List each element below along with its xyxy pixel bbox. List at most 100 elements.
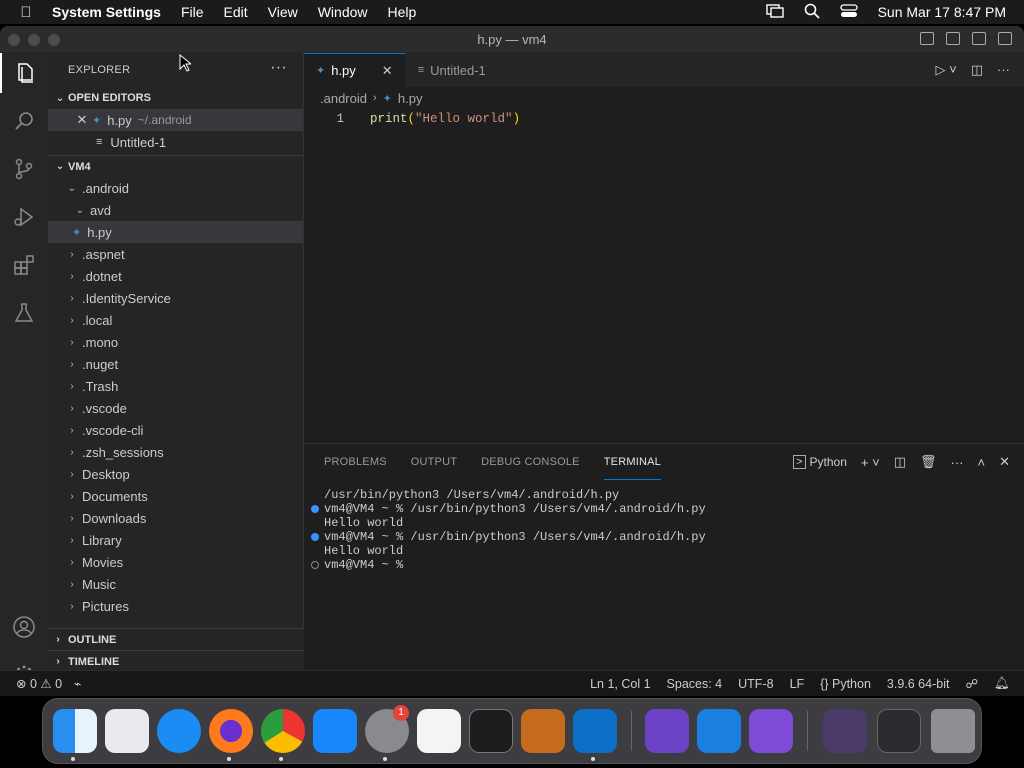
tree-item[interactable]: › Library bbox=[48, 529, 303, 551]
run-debug-icon[interactable] bbox=[0, 197, 48, 237]
menu-window[interactable]: Window bbox=[318, 4, 368, 20]
visual-studio-icon[interactable] bbox=[645, 709, 689, 753]
tree-item[interactable]: › Documents bbox=[48, 485, 303, 507]
menu-view[interactable]: View bbox=[268, 4, 298, 20]
search-icon[interactable] bbox=[0, 101, 48, 141]
tree-item[interactable]: › .IdentityService bbox=[48, 287, 303, 309]
language-mode[interactable]: {} Python bbox=[820, 677, 871, 691]
customize-layout-icon[interactable] bbox=[998, 32, 1012, 45]
command-success-decoration[interactable] bbox=[311, 533, 319, 541]
end-of-line[interactable]: LF bbox=[790, 677, 805, 691]
tab-debug-console[interactable]: DEBUG CONSOLE bbox=[481, 444, 580, 480]
accounts-icon[interactable] bbox=[0, 607, 48, 647]
tree-item[interactable]: › Movies bbox=[48, 551, 303, 573]
toggle-secondary-sidebar-icon[interactable] bbox=[972, 32, 986, 45]
menu-help[interactable]: Help bbox=[388, 4, 417, 20]
tree-item[interactable]: ✦ h.py bbox=[48, 221, 303, 243]
menu-app-name[interactable]: System Settings bbox=[52, 4, 161, 20]
menubar-clock[interactable]: Sun Mar 17 8:47 PM bbox=[878, 4, 1006, 20]
minimized-window-icon[interactable] bbox=[877, 709, 921, 753]
explorer-icon[interactable] bbox=[0, 53, 48, 93]
extensions-icon[interactable] bbox=[0, 245, 48, 285]
cursor-position[interactable]: Ln 1, Col 1 bbox=[590, 677, 650, 691]
tab-output[interactable]: OUTPUT bbox=[411, 444, 457, 480]
safari-icon[interactable] bbox=[157, 709, 201, 753]
timeline-section[interactable]: › TIMELINE bbox=[48, 650, 304, 672]
tree-item[interactable]: ⌄ .android bbox=[48, 177, 303, 199]
screen-mirroring-icon[interactable] bbox=[765, 3, 784, 21]
tree-item[interactable]: › Downloads bbox=[48, 507, 303, 529]
terminal-output[interactable]: /usr/bin/python3 /Users/vm4/.android/h.p… bbox=[304, 480, 1024, 572]
debug-launch-icon[interactable]: ⌁ bbox=[74, 676, 82, 691]
trash-icon[interactable]: 🗑 bbox=[920, 454, 937, 470]
tree-item[interactable]: › Music bbox=[48, 573, 303, 595]
launchpad-icon[interactable] bbox=[105, 709, 149, 753]
problems-status[interactable]: ⊗ 0 ⚠ 0 bbox=[16, 676, 62, 691]
tree-item[interactable]: › .vscode bbox=[48, 397, 303, 419]
chrome-icon[interactable] bbox=[261, 709, 305, 753]
tab-untitled-1[interactable]: ≡ Untitled-1 bbox=[406, 53, 526, 87]
trash-icon[interactable] bbox=[931, 709, 975, 753]
garageband-icon[interactable] bbox=[521, 709, 565, 753]
vscode-icon[interactable] bbox=[573, 709, 617, 753]
open-editor-item[interactable]: ≡ Untitled-1 bbox=[48, 131, 303, 153]
split-editor-icon[interactable]: ◫ bbox=[971, 62, 983, 78]
close-icon[interactable]: ✕ bbox=[72, 112, 92, 128]
breadcrumb-file[interactable]: h.py bbox=[398, 91, 423, 106]
textedit-icon[interactable] bbox=[417, 709, 461, 753]
command-success-decoration[interactable] bbox=[311, 505, 319, 513]
open-editors-section[interactable]: ⌄ OPEN EDITORS bbox=[48, 87, 303, 109]
toggle-panel-icon[interactable] bbox=[946, 32, 960, 45]
minimized-window-icon[interactable] bbox=[823, 709, 867, 753]
more-actions-icon[interactable]: ··· bbox=[951, 455, 964, 470]
tree-item[interactable]: › .nuget bbox=[48, 353, 303, 375]
workspace-section[interactable]: ⌄ VM4 bbox=[48, 155, 303, 177]
finder-icon[interactable] bbox=[53, 709, 97, 753]
tree-item[interactable]: › .mono bbox=[48, 331, 303, 353]
split-terminal-icon[interactable]: ◫ bbox=[894, 454, 906, 470]
close-tab-icon[interactable]: ✕ bbox=[382, 63, 393, 79]
spotlight-icon[interactable] bbox=[804, 3, 820, 22]
terminal-shell-name[interactable]: Python bbox=[810, 455, 847, 469]
new-terminal-icon[interactable]: + ˅ bbox=[861, 455, 880, 470]
tree-item[interactable]: › .aspnet bbox=[48, 243, 303, 265]
firefox-icon[interactable] bbox=[209, 709, 253, 753]
menu-edit[interactable]: Edit bbox=[224, 4, 248, 20]
tree-item[interactable]: › Pictures bbox=[48, 595, 303, 612]
tree-item[interactable]: › .zsh_sessions bbox=[48, 441, 303, 463]
feedback-icon[interactable]: ☍ bbox=[965, 676, 978, 691]
notifications-bell-icon[interactable]: 🔔︎ bbox=[994, 676, 1010, 691]
outline-section[interactable]: › OUTLINE bbox=[48, 628, 304, 650]
tree-item[interactable]: › .dotnet bbox=[48, 265, 303, 287]
more-actions-icon[interactable]: ··· bbox=[997, 62, 1010, 78]
tree-item[interactable]: › .vscode-cli bbox=[48, 419, 303, 441]
apple-icon[interactable]:  bbox=[0, 4, 52, 21]
control-center-icon[interactable] bbox=[839, 3, 858, 21]
encoding[interactable]: UTF-8 bbox=[738, 677, 773, 691]
tab-h-py[interactable]: ✦ h.py ✕ bbox=[304, 53, 406, 87]
code-line[interactable]: 1 print("Hello world") bbox=[304, 109, 1024, 129]
app-store-icon[interactable] bbox=[313, 709, 357, 753]
open-editor-item[interactable]: ✕ ✦ h.py ~/.android bbox=[48, 109, 303, 131]
menu-file[interactable]: File bbox=[181, 4, 204, 20]
run-python-icon[interactable]: ▷ ˅ bbox=[936, 62, 957, 78]
terminal-app-icon[interactable] bbox=[469, 709, 513, 753]
maximize-panel-icon[interactable]: ˄ bbox=[978, 455, 986, 470]
testing-flask-icon[interactable] bbox=[0, 293, 48, 333]
tree-item[interactable]: › Desktop bbox=[48, 463, 303, 485]
disk-utility-icon[interactable] bbox=[749, 709, 793, 753]
more-actions-icon[interactable]: ··· bbox=[270, 59, 287, 77]
close-panel-icon[interactable]: ✕ bbox=[999, 454, 1010, 470]
source-control-icon[interactable] bbox=[0, 149, 48, 189]
tab-terminal[interactable]: TERMINAL bbox=[603, 444, 661, 480]
weather-icon[interactable] bbox=[697, 709, 741, 753]
tree-item[interactable]: › .local bbox=[48, 309, 303, 331]
tab-problems[interactable]: PROBLEMS bbox=[324, 444, 387, 480]
indentation[interactable]: Spaces: 4 bbox=[667, 677, 723, 691]
code-text[interactable]: print("Hello world") bbox=[350, 112, 520, 126]
tree-item[interactable]: ⌄ avd bbox=[48, 199, 303, 221]
toggle-primary-sidebar-icon[interactable] bbox=[920, 32, 934, 45]
breadcrumb-folder[interactable]: .android bbox=[320, 91, 367, 106]
tree-item[interactable]: › .Trash bbox=[48, 375, 303, 397]
python-interpreter[interactable]: 3.9.6 64-bit bbox=[887, 677, 950, 691]
